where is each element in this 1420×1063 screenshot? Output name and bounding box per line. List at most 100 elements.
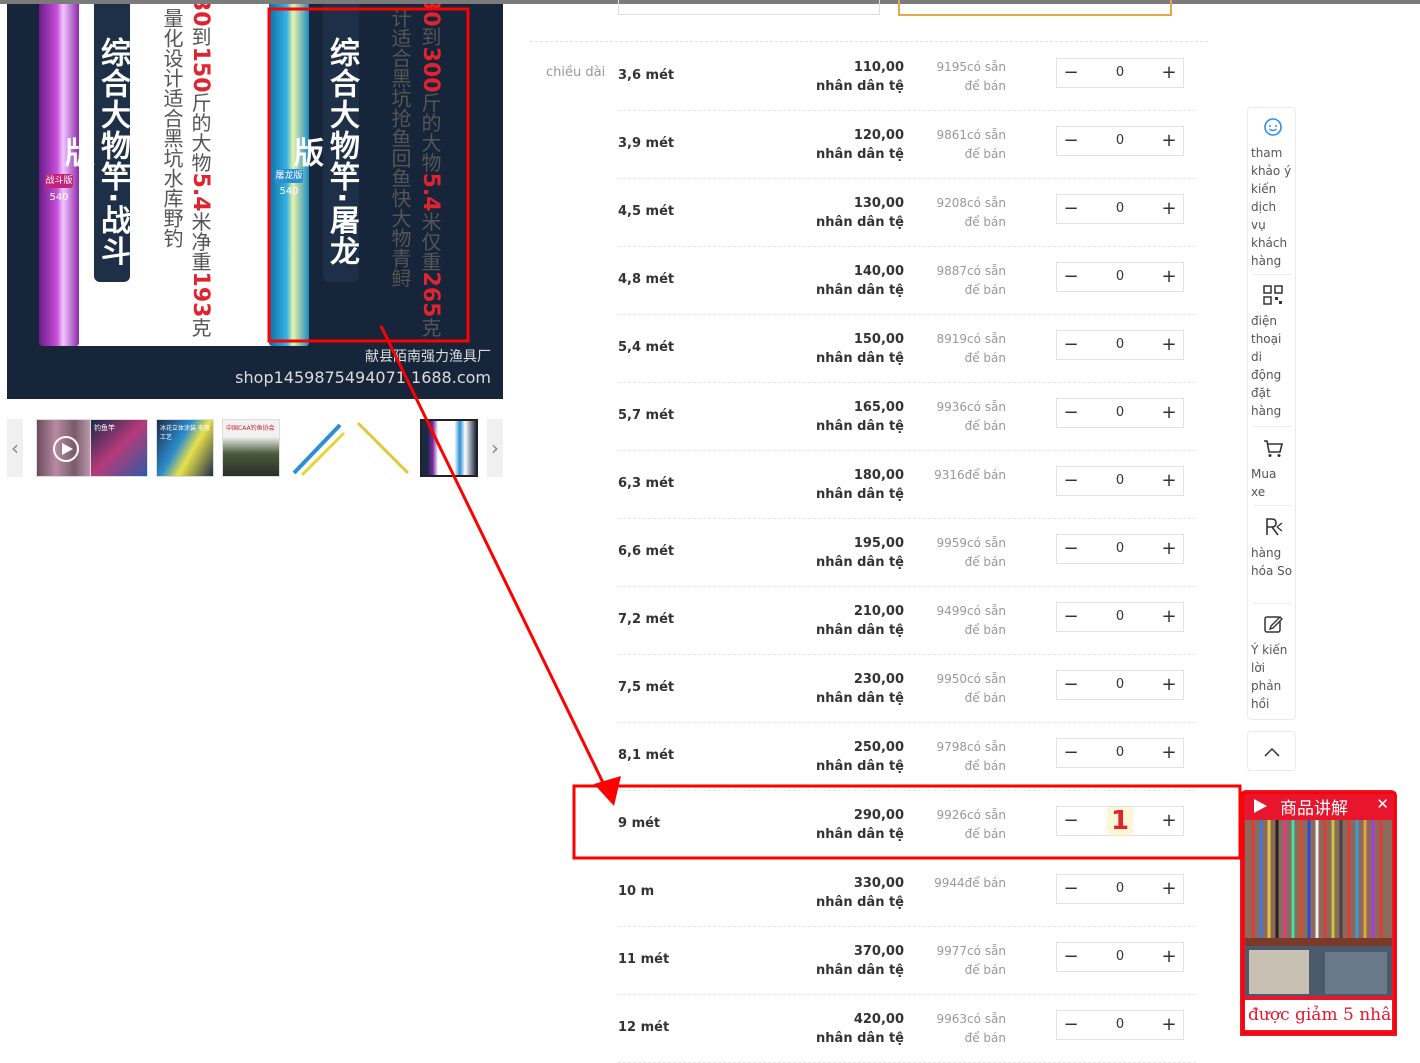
video-popup[interactable]: 商品讲解 ✕ được giảm 5 nhân	[1240, 790, 1397, 1036]
quantity-input[interactable]: 0	[1085, 943, 1155, 971]
sku-size: 5,4 mét	[618, 340, 675, 355]
quantity-input[interactable]: 0	[1085, 535, 1155, 563]
sidebar-item-cart[interactable]: Mua xe	[1251, 437, 1294, 501]
quantity-input[interactable]: 0	[1085, 399, 1155, 427]
plus-icon[interactable]: +	[1155, 535, 1183, 563]
sku-currency: nhân dân tệ	[816, 419, 904, 434]
quantity-input[interactable]: 0	[1085, 875, 1155, 903]
quantity-input[interactable]: 1	[1107, 807, 1133, 835]
sku-currency: nhân dân tệ	[816, 351, 904, 366]
sku-price-value: 130,00	[853, 196, 904, 211]
minus-icon[interactable]: −	[1057, 195, 1085, 223]
quantity-input[interactable]: 0	[1085, 195, 1155, 223]
quantity-input[interactable]: 0	[1085, 127, 1155, 155]
sidebar-item-mobile-order[interactable]: điện thoại di động đặt hàng	[1251, 284, 1294, 420]
minus-icon[interactable]: −	[1057, 467, 1085, 495]
plus-icon[interactable]: +	[1155, 263, 1183, 291]
sidebar-item-compare[interactable]: hàng hóa So	[1251, 516, 1294, 580]
play-icon	[1254, 799, 1267, 813]
chevron-right-icon[interactable]: ›	[487, 419, 503, 477]
plus-icon[interactable]: +	[1155, 127, 1183, 155]
variant-box-1[interactable]	[618, 0, 880, 15]
thumbnail-video[interactable]	[36, 419, 94, 477]
sidebar-item-customer-service[interactable]: tham khảo ý kiến dịch vụ khách hàng	[1251, 116, 1294, 270]
sku-row: 4,8 mét 140,00 nhân dân tệ 9887có sẵn để bán…	[618, 246, 1196, 315]
thumbnail-2[interactable]: 钓鱼竿	[90, 419, 148, 477]
plus-icon[interactable]: +	[1155, 603, 1183, 631]
sku-price: 130,00 nhân dân tệ	[808, 194, 904, 232]
rod-left-number: 540	[49, 192, 69, 203]
sidebar-label-cart: Mua xe	[1251, 467, 1277, 499]
plus-icon[interactable]: +	[1155, 467, 1183, 495]
quantity-input[interactable]: 0	[1085, 467, 1155, 495]
sku-stock-line2: để bán	[964, 215, 1006, 229]
rod-right-image: 屠龙版 540	[269, 4, 309, 346]
thumbnail-4[interactable]: 中国CAA钓鱼协会	[222, 419, 280, 477]
minus-icon[interactable]: −	[1057, 127, 1085, 155]
sku-stock: 9887có sẵn để bán	[918, 262, 1006, 300]
minus-icon[interactable]: −	[1057, 943, 1085, 971]
chevron-left-icon[interactable]: ‹	[7, 419, 23, 477]
plus-icon[interactable]: +	[1155, 807, 1183, 835]
minus-icon[interactable]: −	[1057, 399, 1085, 427]
plus-icon[interactable]: +	[1155, 875, 1183, 903]
sku-price: 210,00 nhân dân tệ	[808, 602, 904, 640]
plus-icon[interactable]: +	[1155, 671, 1183, 699]
sku-size: 10 m	[618, 884, 655, 899]
plus-icon[interactable]: +	[1155, 331, 1183, 359]
minus-icon[interactable]: −	[1057, 59, 1085, 87]
quantity-input[interactable]: 0	[1085, 739, 1155, 767]
right-num-2: 5.4	[418, 172, 443, 212]
thumbnail-3-text: 冰花立体涂装 电镀工艺	[160, 425, 210, 441]
back-to-top-button[interactable]	[1247, 731, 1296, 771]
thumbnail-5[interactable]	[288, 419, 346, 477]
rod-left-badge: 战斗版	[45, 174, 73, 188]
rod-right-badge: 屠龙版	[275, 169, 303, 183]
sku-stock: 9977có sẵn để bán	[918, 942, 1006, 980]
quantity-input[interactable]: 0	[1085, 603, 1155, 631]
thumbnail-3[interactable]: 冰花立体涂装 电镀工艺	[156, 419, 214, 477]
quantity-input[interactable]: 0	[1085, 1011, 1155, 1039]
sku-stock-line2: để bán	[964, 283, 1006, 297]
main-product-image[interactable]: 战斗版 540 综合大物竿·战斗版 量化设计适合黑坑水库野钓 30到150斤的大…	[7, 4, 503, 399]
minus-icon[interactable]: −	[1057, 1011, 1085, 1039]
variant-box-2-selected[interactable]	[898, 0, 1172, 16]
minus-icon[interactable]: −	[1057, 671, 1085, 699]
sku-price-value: 110,00	[853, 60, 904, 75]
plus-icon[interactable]: +	[1155, 399, 1183, 427]
sku-stock: 9936có sẵn để bán	[918, 398, 1006, 436]
plus-icon[interactable]: +	[1155, 1011, 1183, 1039]
plus-icon[interactable]: +	[1155, 195, 1183, 223]
minus-icon[interactable]: −	[1057, 875, 1085, 903]
quantity-input[interactable]: 0	[1085, 671, 1155, 699]
sku-price: 290,00 nhân dân tệ	[808, 806, 904, 844]
sku-stock-line2: để bán	[964, 555, 1006, 569]
sku-stock-line1: 9861có sẵn	[936, 128, 1006, 142]
sku-size: 3,6 mét	[618, 68, 675, 83]
quantity-input[interactable]: 0	[1085, 263, 1155, 291]
quantity-input[interactable]: 0	[1085, 59, 1155, 87]
minus-icon[interactable]: −	[1057, 739, 1085, 767]
plus-icon[interactable]: +	[1155, 59, 1183, 87]
plus-icon[interactable]: +	[1155, 943, 1183, 971]
sidebar-item-feedback[interactable]: Ý kiến lời phản hồi	[1251, 613, 1294, 713]
minus-icon[interactable]: −	[1057, 331, 1085, 359]
minus-icon[interactable]: −	[1057, 603, 1085, 631]
left-num-3: 193	[188, 271, 213, 318]
plus-icon[interactable]: +	[1155, 739, 1183, 767]
thumbnail-6[interactable]	[354, 419, 412, 477]
video-preview[interactable]	[1245, 820, 1392, 996]
quantity-stepper: −0 +	[1056, 466, 1184, 496]
sku-row: 11 mét 370,00 nhân dân tệ 9977có sẵn để bán −…	[618, 926, 1196, 995]
thumbnail-7-selected[interactable]	[420, 419, 478, 477]
close-icon[interactable]: ✕	[1376, 795, 1389, 813]
sku-price-value: 290,00	[853, 808, 904, 823]
sku-row: 7,2 mét 210,00 nhân dân tệ 9499có sẵn để bán…	[618, 586, 1196, 655]
sku-stock-line1: 9944để bán	[934, 876, 1006, 890]
sku-size: 8,1 mét	[618, 748, 675, 763]
minus-icon[interactable]: −	[1057, 535, 1085, 563]
minus-icon[interactable]: −	[1057, 807, 1085, 835]
quantity-input[interactable]: 0	[1085, 331, 1155, 359]
sku-stock: 9499có sẵn để bán	[918, 602, 1006, 640]
minus-icon[interactable]: −	[1057, 263, 1085, 291]
